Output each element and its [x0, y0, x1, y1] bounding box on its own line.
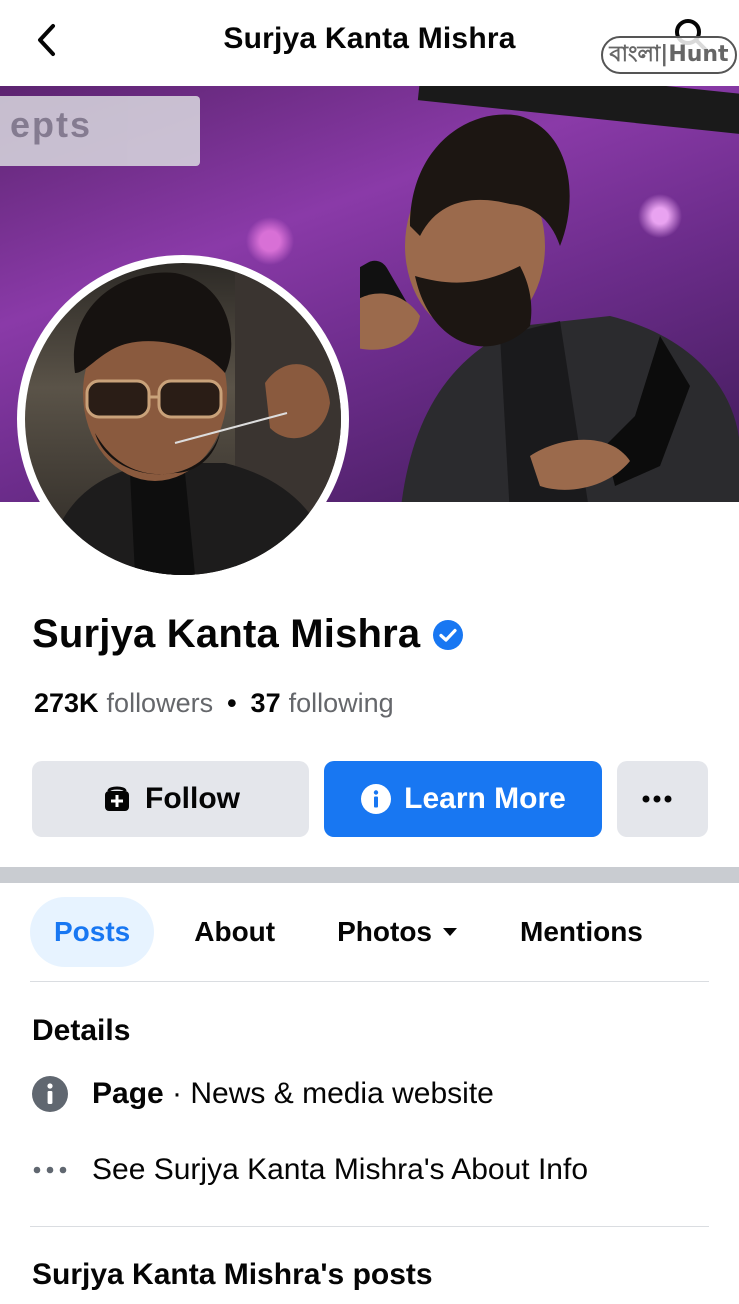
cover-person-illustration — [360, 114, 739, 502]
more-options-button[interactable] — [617, 761, 708, 837]
follow-label: Follow — [145, 782, 240, 815]
tab-photos-label: Photos — [337, 916, 432, 947]
tab-mentions[interactable]: Mentions — [520, 897, 643, 967]
page-type-label: Page — [92, 1077, 164, 1110]
detail-page-type: Page · News & media website — [30, 1074, 494, 1114]
avatar-illustration — [45, 263, 341, 575]
tab-posts[interactable]: Posts — [30, 897, 155, 967]
page-category: · News & media website — [163, 1077, 494, 1110]
tab-photos[interactable]: Photos — [337, 897, 458, 967]
more-options-icon — [642, 795, 671, 803]
profile-avatar[interactable] — [17, 255, 349, 583]
following-label[interactable]: following — [289, 688, 394, 719]
section-divider — [0, 867, 739, 883]
posts-section-heading: Surjya Kanta Mishra's posts — [32, 1258, 433, 1291]
caret-down-icon — [443, 928, 457, 936]
followers-count[interactable]: 273K — [34, 688, 99, 719]
tab-about[interactable]: About — [194, 897, 275, 967]
watermark-logo: বাংলা|Hunt — [601, 36, 737, 74]
profile-name: Surjya Kanta Mishra — [32, 612, 464, 657]
top-bar: Surjya Kanta Mishra বাংলা|Hunt — [0, 0, 739, 86]
follow-stats: 273K followers • 37 following — [34, 688, 394, 719]
follow-page-icon — [105, 786, 129, 811]
details-heading: Details — [32, 1014, 131, 1047]
cover-sign: epts — [0, 96, 200, 166]
verified-badge-icon — [433, 619, 464, 650]
stats-separator: • — [227, 688, 237, 718]
following-count[interactable]: 37 — [251, 688, 281, 719]
avatar-photo — [25, 263, 341, 575]
followers-label[interactable]: followers — [107, 688, 214, 719]
learn-more-button[interactable]: Learn More — [324, 761, 602, 837]
about-info-link[interactable]: See Surjya Kanta Mishra's About Info — [92, 1153, 588, 1187]
profile-tabs: Posts About Photos Mentions — [30, 897, 643, 967]
info-circle-icon — [30, 1074, 70, 1114]
follow-button[interactable]: Follow — [32, 761, 309, 837]
info-icon — [361, 784, 392, 814]
detail-about-link[interactable]: See Surjya Kanta Mishra's About Info — [30, 1150, 588, 1190]
ellipsis-icon — [30, 1150, 70, 1190]
details-divider — [30, 1226, 709, 1227]
profile-name-text: Surjya Kanta Mishra — [32, 612, 421, 656]
tabs-divider — [30, 981, 709, 982]
cover-sign-text: epts — [10, 104, 93, 145]
learn-more-label: Learn More — [404, 782, 566, 815]
